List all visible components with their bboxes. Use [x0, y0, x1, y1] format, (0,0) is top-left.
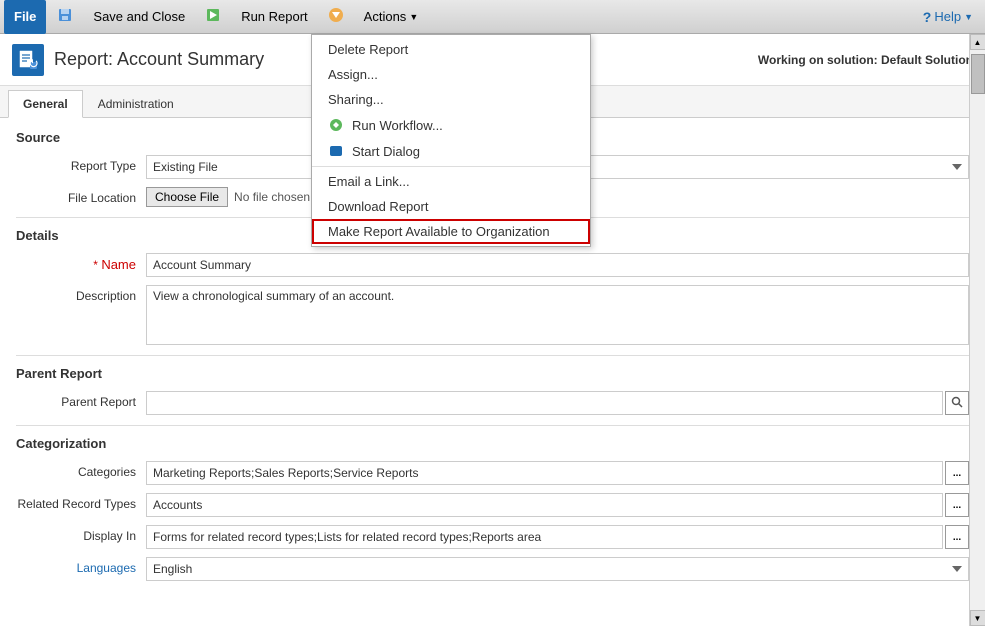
scroll-down-button[interactable]: ▼ — [970, 610, 985, 626]
details-divider — [16, 355, 969, 356]
description-textarea[interactable]: View a chronological summary of an accou… — [146, 285, 969, 345]
display-in-row: Display In ... — [16, 525, 969, 549]
languages-row: Languages English — [16, 557, 969, 581]
scroll-up-button[interactable]: ▲ — [970, 34, 985, 50]
search-icon — [951, 396, 963, 411]
actions-label: Actions — [364, 9, 407, 24]
name-label: Name — [16, 253, 146, 272]
actions-button[interactable]: Actions ▼ — [355, 5, 428, 28]
parent-report-divider — [16, 425, 969, 426]
save-close-button[interactable]: Save and Close — [84, 5, 194, 28]
categorization-section-title: Categorization — [16, 436, 969, 453]
assign-label: Assign... — [328, 67, 378, 82]
languages-label: Languages — [16, 557, 146, 575]
help-icon: ? — [923, 9, 932, 25]
help-button[interactable]: ? Help ▼ — [915, 6, 981, 28]
help-label: Help — [934, 9, 961, 24]
menu-item-start-dialog[interactable]: Start Dialog — [312, 138, 590, 164]
categories-row: Categories ... — [16, 461, 969, 485]
actions-icon — [328, 7, 344, 26]
parent-report-row: Parent Report — [16, 391, 969, 415]
related-record-label: Related Record Types — [16, 493, 146, 511]
parent-report-label: Parent Report — [16, 391, 146, 409]
actions-icon-btn[interactable] — [319, 3, 353, 30]
vertical-scrollbar: ▲ ▼ — [969, 34, 985, 626]
report-type-label: Report Type — [16, 155, 146, 173]
related-record-row: Related Record Types ... — [16, 493, 969, 517]
report-icon: ↻ — [16, 48, 40, 72]
tab-administration[interactable]: Administration — [83, 90, 189, 117]
page-title: Report: Account Summary — [54, 49, 264, 70]
display-in-input[interactable] — [146, 525, 943, 549]
menu-item-run-workflow[interactable]: Run Workflow... — [312, 112, 590, 138]
ellipsis-icon: ... — [953, 468, 961, 479]
ellipsis-icon-3: ... — [953, 532, 961, 543]
scroll-thumb[interactable] — [971, 54, 985, 94]
description-label: Description — [16, 285, 146, 303]
categories-more-button[interactable]: ... — [945, 461, 969, 485]
make-available-label: Make Report Available to Organization — [328, 224, 550, 239]
description-row: Description View a chronological summary… — [16, 285, 969, 345]
menu-item-sharing[interactable]: Sharing... — [312, 87, 590, 112]
menu-item-make-available[interactable]: Make Report Available to Organization — [312, 219, 590, 244]
languages-select[interactable]: English — [146, 557, 969, 581]
ellipsis-icon-2: ... — [953, 500, 961, 511]
run-report-label: Run Report — [241, 9, 307, 24]
choose-file-button[interactable]: Choose File — [146, 187, 228, 207]
save-close-label: Save and Close — [93, 9, 185, 24]
email-link-label: Email a Link... — [328, 174, 410, 189]
parent-report-input[interactable] — [146, 391, 943, 415]
sharing-label: Sharing... — [328, 92, 384, 107]
save-button-icon[interactable] — [48, 3, 82, 30]
related-record-input[interactable] — [146, 493, 943, 517]
no-file-text: No file chosen — [234, 190, 310, 204]
categories-input[interactable] — [146, 461, 943, 485]
categories-label: Categories — [16, 461, 146, 479]
display-in-label: Display In — [16, 525, 146, 543]
run-workflow-label: Run Workflow... — [352, 118, 443, 133]
delete-report-label: Delete Report — [328, 42, 408, 57]
menu-item-assign[interactable]: Assign... — [312, 62, 590, 87]
file-button[interactable]: File — [4, 0, 46, 34]
dialog-icon — [328, 143, 344, 159]
menu-item-email-link[interactable]: Email a Link... — [312, 169, 590, 194]
related-record-more-button[interactable]: ... — [945, 493, 969, 517]
run-report-icon-btn[interactable] — [196, 3, 230, 30]
run-report-icon — [205, 7, 221, 26]
save-disk-icon — [57, 7, 73, 26]
name-input[interactable] — [146, 253, 969, 277]
tab-general[interactable]: General — [8, 90, 83, 118]
display-in-more-button[interactable]: ... — [945, 525, 969, 549]
download-report-label: Download Report — [328, 199, 428, 214]
menu-item-delete-report[interactable]: Delete Report — [312, 37, 590, 62]
toolbar: File Save and Close Run Report Actions ▼… — [0, 0, 985, 34]
actions-chevron-icon: ▼ — [409, 12, 418, 22]
page-icon: ↻ — [12, 44, 44, 76]
workflow-icon — [328, 117, 344, 133]
menu-divider-1 — [312, 166, 590, 167]
parent-report-section-title: Parent Report — [16, 366, 969, 383]
file-location-label: File Location — [16, 187, 146, 205]
parent-report-search-button[interactable] — [945, 391, 969, 415]
start-dialog-label: Start Dialog — [352, 144, 420, 159]
help-chevron-icon: ▼ — [964, 12, 973, 22]
run-report-button[interactable]: Run Report — [232, 5, 316, 28]
solution-label: Working on solution: Default Solution — [758, 53, 973, 67]
actions-dropdown-menu: Delete Report Assign... Sharing... Run W… — [311, 34, 591, 247]
name-row: Name — [16, 253, 969, 277]
svg-text:↻: ↻ — [28, 56, 39, 71]
menu-item-download-report[interactable]: Download Report — [312, 194, 590, 219]
